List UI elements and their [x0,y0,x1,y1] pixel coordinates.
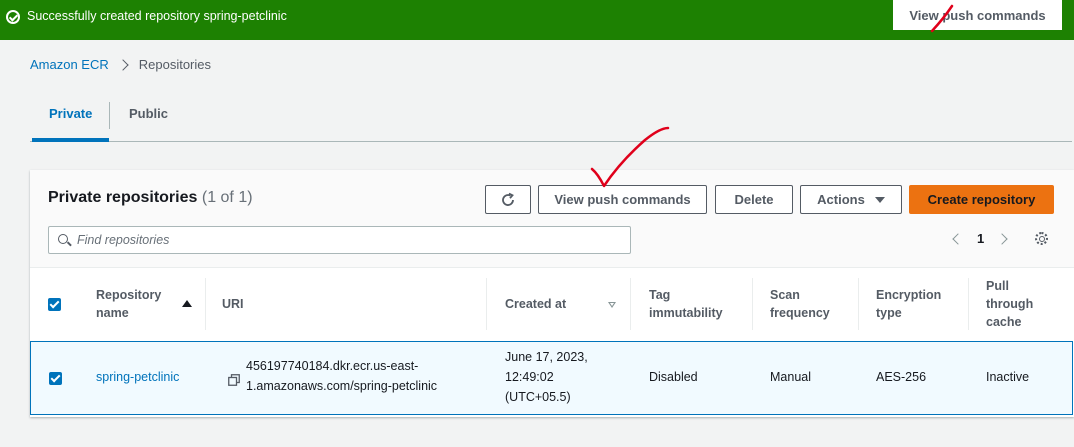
uri-line: 1.amazonaws.com/spring-petclinic [246,379,438,393]
header-line: Repository [96,288,162,302]
pull-through-cache-value: Inactive [986,370,1030,384]
column-divider [486,278,487,330]
search-icon [58,234,68,244]
header-line: name [96,306,129,320]
copy-icon[interactable] [228,374,240,386]
column-header-scan-frequency[interactable]: Scan frequency [770,286,830,322]
repository-name-link[interactable]: spring-petclinic [96,367,179,387]
chevron-left-icon[interactable] [952,233,964,245]
header-line: Encryption [876,288,942,302]
header-line: Scan [770,288,800,302]
create-repository-button[interactable]: Create repository [909,185,1054,214]
panel-title-text: Private repositories [48,189,198,206]
column-divider [968,278,969,330]
row-checkbox[interactable] [49,372,62,385]
chevron-right-icon [117,58,129,71]
breadcrumb: Amazon ECR Repositories [30,57,211,72]
view-push-commands-button[interactable]: View push commands [538,185,707,214]
tag-immutability-value: Disabled [649,370,698,384]
table-row[interactable]: spring-petclinic 456197740184.dkr.ecr.us… [30,341,1073,415]
header-line: Tag [649,288,671,302]
header-line: immutability [649,306,723,320]
private-repositories-panel: Private repositories (1 of 1) View push … [30,170,1074,417]
breadcrumb-current: Repositories [138,57,212,72]
column-header-created-at[interactable]: Created at [505,295,566,313]
select-all-checkbox[interactable] [48,298,61,311]
active-tab-indicator [32,138,109,142]
column-header-tag-immutability[interactable]: Tag immutability [649,286,723,322]
caret-down-icon [874,196,885,203]
pagination-page-number[interactable]: 1 [977,231,984,246]
breadcrumb-amazon-ecr-link[interactable]: Amazon ECR [30,57,109,72]
column-divider [630,278,631,330]
header-line: type [876,306,902,320]
column-divider [205,278,206,330]
flash-view-push-commands-button[interactable]: View push commands [893,0,1062,30]
column-divider [752,278,753,330]
uri-line: 456197740184.dkr.ecr.us-east- [246,359,419,373]
header-line: cache [986,315,1022,329]
success-flash-banner: Successfully created repository spring-p… [0,0,1074,40]
header-line: Pull [986,279,1009,293]
table-header: Repository name URI Created at Tag immut… [30,268,1074,341]
column-header-repository-name[interactable]: Repository name [96,286,161,322]
tab-private[interactable]: Private [49,106,92,121]
flash-message: Successfully created repository spring-p… [27,9,287,23]
refresh-button[interactable] [485,185,531,214]
header-line: through [986,297,1034,311]
tab-public[interactable]: Public [129,106,168,121]
created-line: June 17, 2023, [505,350,588,364]
chevron-right-icon[interactable] [996,233,1008,245]
panel-header: Private repositories (1 of 1) View push … [30,170,1074,268]
actions-dropdown-button[interactable]: Actions [800,185,902,214]
tab-divider [109,102,110,129]
success-check-icon [6,10,20,24]
created-at-value: June 17, 2023, 12:49:02 (UTC+05.5) [505,347,588,407]
repository-count: (1 of 1) [201,189,253,206]
column-divider [858,278,859,330]
sort-ascending-icon[interactable] [182,300,192,307]
sort-indicator-icon[interactable] [608,302,616,308]
created-line: 12:49:02 [505,370,554,384]
created-line: (UTC+05.5) [505,390,571,404]
refresh-icon [502,192,514,206]
gear-icon[interactable] [1035,232,1048,245]
column-header-encryption-type[interactable]: Encryption type [876,286,941,322]
scan-frequency-value: Manual [770,370,811,384]
search-input[interactable] [77,227,617,253]
column-header-pull-through-cache[interactable]: Pull through cache [986,277,1033,331]
actions-label: Actions [817,192,865,207]
repository-tabs: Private Public [30,96,1072,142]
panel-title: Private repositories (1 of 1) [48,189,253,207]
column-header-uri[interactable]: URI [222,295,244,313]
header-line: frequency [770,306,830,320]
repository-uri: 456197740184.dkr.ecr.us-east- 1.amazonaw… [246,356,437,396]
encryption-type-value: AES-256 [876,370,927,384]
search-field[interactable] [48,226,631,254]
delete-button[interactable]: Delete [715,185,793,214]
